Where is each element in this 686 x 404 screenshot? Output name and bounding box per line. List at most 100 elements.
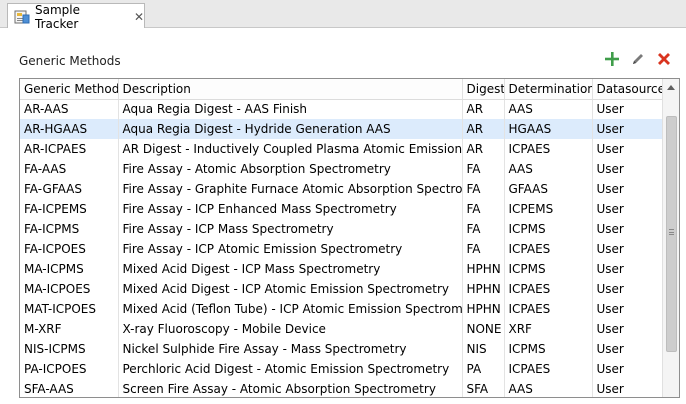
cell-generic-method: AR-AAS: [20, 99, 119, 119]
cell-generic-method: PA-ICPOES: [20, 359, 119, 379]
cell-datasource: User: [592, 179, 664, 199]
scroll-up-icon[interactable]: [667, 85, 675, 90]
cell-generic-method: FA-ICPOES: [20, 239, 119, 259]
scrollbar-thumb[interactable]: [666, 116, 677, 352]
section-title: Generic Methods: [19, 54, 121, 68]
table-row[interactable]: NIS-ICPMS Nickel Sulphide Fire Assay - Ma…: [20, 339, 664, 359]
cell-generic-method: MA-ICPOES: [20, 279, 119, 299]
cell-determination: GFAAS: [504, 179, 593, 199]
cell-description: Aqua Regia Digest - AAS Finish: [118, 99, 463, 119]
cell-generic-method: AR-HGAAS: [20, 119, 119, 139]
cell-description: Fire Assay - Atomic Absorption Spectrome…: [118, 159, 463, 179]
table-row[interactable]: M-XRF X-ray Fluoroscopy - Mobile Device NO…: [20, 319, 664, 339]
cell-digest: FA: [462, 239, 505, 259]
cell-generic-method: FA-GFAAS: [20, 179, 119, 199]
cell-determination: ICPEMS: [504, 199, 593, 219]
cell-generic-method: FA-AAS: [20, 159, 119, 179]
cell-generic-method: NIS-ICPMS: [20, 339, 119, 359]
cell-digest: PA: [462, 359, 505, 379]
cell-determination: ICPMS: [504, 259, 593, 279]
cell-determination: ICPMS: [504, 219, 593, 239]
cell-digest: AR: [462, 99, 505, 119]
cell-datasource: User: [592, 319, 664, 339]
column-header-generic-method[interactable]: Generic Method: [20, 79, 119, 100]
cell-determination: AAS: [504, 99, 593, 119]
cell-datasource: User: [592, 379, 664, 397]
table-row[interactable]: MA-ICPOES Mixed Acid Digest - ICP Atomic …: [20, 279, 664, 299]
cell-datasource: User: [592, 119, 664, 139]
cell-description: Aqua Regia Digest - Hydride Generation A…: [118, 119, 463, 139]
cell-datasource: User: [592, 99, 664, 119]
delete-x-icon: [658, 53, 670, 65]
table-row[interactable]: SFA-AAS Screen Fire Assay - Atomic Absorp…: [20, 379, 664, 397]
column-header-description[interactable]: Description: [118, 79, 463, 100]
cell-digest: AR: [462, 119, 505, 139]
add-button[interactable]: [602, 49, 622, 69]
column-header-datasource[interactable]: Datasource: [592, 79, 664, 100]
cell-determination: HGAAS: [504, 119, 593, 139]
cell-datasource: User: [592, 199, 664, 219]
tab-sample-tracker[interactable]: Sample Tracker ✕: [7, 2, 145, 31]
cell-datasource: User: [592, 299, 664, 319]
sample-tracker-icon: [14, 9, 30, 25]
edit-button[interactable]: [628, 49, 648, 69]
cell-datasource: User: [592, 219, 664, 239]
cell-description: AR Digest - Inductively Coupled Plasma A…: [118, 139, 463, 159]
cell-generic-method: SFA-AAS: [20, 379, 119, 397]
table-row[interactable]: MA-ICPMS Mixed Acid Digest - ICP Mass Spe…: [20, 259, 664, 279]
cell-description: Fire Assay - ICP Enhanced Mass Spectrome…: [118, 199, 463, 219]
generic-methods-table[interactable]: Generic Method Description Digest Determ…: [19, 78, 680, 398]
cell-determination: ICPAES: [504, 359, 593, 379]
table-row[interactable]: AR-AAS Aqua Regia Digest - AAS Finish AR AA…: [20, 99, 664, 119]
cell-description: Mixed Acid Digest - ICP Atomic Emission …: [118, 279, 463, 299]
cell-determination: XRF: [504, 319, 593, 339]
cell-determination: ICPAES: [504, 139, 593, 159]
cell-digest: NONE: [462, 319, 505, 339]
delete-button[interactable]: [654, 49, 674, 69]
cell-description: Screen Fire Assay - Atomic Absorption Sp…: [118, 379, 463, 397]
vertical-scrollbar[interactable]: [662, 79, 679, 397]
column-header-determination[interactable]: Determination: [504, 79, 593, 100]
cell-generic-method: MAT-ICPOES: [20, 299, 119, 319]
table-row-selected[interactable]: AR-HGAAS Aqua Regia Digest - Hydride Gene…: [20, 119, 664, 139]
column-header-digest[interactable]: Digest: [462, 79, 505, 100]
cell-digest: NIS: [462, 339, 505, 359]
cell-description: Nickel Sulphide Fire Assay - Mass Spectr…: [118, 339, 463, 359]
table-row[interactable]: PA-ICPOES Perchloric Acid Digest - Atomic…: [20, 359, 664, 379]
cell-digest: FA: [462, 159, 505, 179]
table-row[interactable]: FA-ICPEMS Fire Assay - ICP Enhanced Mass …: [20, 199, 664, 219]
cell-generic-method: FA-ICPEMS: [20, 199, 119, 219]
grip-icon: [669, 229, 674, 235]
table-row[interactable]: FA-AAS Fire Assay - Atomic Absorption Spe…: [20, 159, 664, 179]
tab-label: Sample Tracker: [35, 2, 80, 31]
cell-determination: AAS: [504, 379, 593, 397]
cell-description: Fire Assay - ICP Mass Spectrometry: [118, 219, 463, 239]
table-row[interactable]: MAT-ICPOES Mixed Acid (Teflon Tube) - ICP…: [20, 299, 664, 319]
cell-description: Mixed Acid (Teflon Tube) - ICP Atomic Em…: [118, 299, 463, 319]
table-row[interactable]: FA-GFAAS Fire Assay - Graphite Furnace At…: [20, 179, 664, 199]
editor-tab-bar: Sample Tracker ✕: [0, 0, 686, 31]
cell-digest: HPHN: [462, 299, 505, 319]
pencil-icon: [633, 54, 643, 64]
cell-description: Fire Assay - Graphite Furnace Atomic Abs…: [118, 179, 463, 199]
cell-description: Mixed Acid Digest - ICP Mass Spectrometr…: [118, 259, 463, 279]
cell-description: X-ray Fluoroscopy - Mobile Device: [118, 319, 463, 339]
cell-determination: AAS: [504, 159, 593, 179]
close-icon[interactable]: ✕: [134, 10, 144, 24]
cell-description: Perchloric Acid Digest - Atomic Emission…: [118, 359, 463, 379]
cell-digest: SFA: [462, 379, 505, 397]
cell-datasource: User: [592, 259, 664, 279]
cell-generic-method: MA-ICPMS: [20, 259, 119, 279]
table-row[interactable]: AR-ICPAES AR Digest - Inductively Coupled…: [20, 139, 664, 159]
cell-description: Fire Assay - ICP Atomic Emission Spectro…: [118, 239, 463, 259]
generic-methods-panel: Generic Methods Generic Method Descripti…: [0, 28, 686, 404]
cell-generic-method: AR-ICPAES: [20, 139, 119, 159]
table-header-row: Generic Method Description Digest Determ…: [20, 79, 664, 100]
cell-determination: ICPAES: [504, 239, 593, 259]
cell-digest: HPHN: [462, 279, 505, 299]
table-row[interactable]: FA-ICPMS Fire Assay - ICP Mass Spectromet…: [20, 219, 664, 239]
cell-digest: FA: [462, 199, 505, 219]
table-row[interactable]: FA-ICPOES Fire Assay - ICP Atomic Emissio…: [20, 239, 664, 259]
cell-datasource: User: [592, 359, 664, 379]
cell-digest: HPHN: [462, 259, 505, 279]
